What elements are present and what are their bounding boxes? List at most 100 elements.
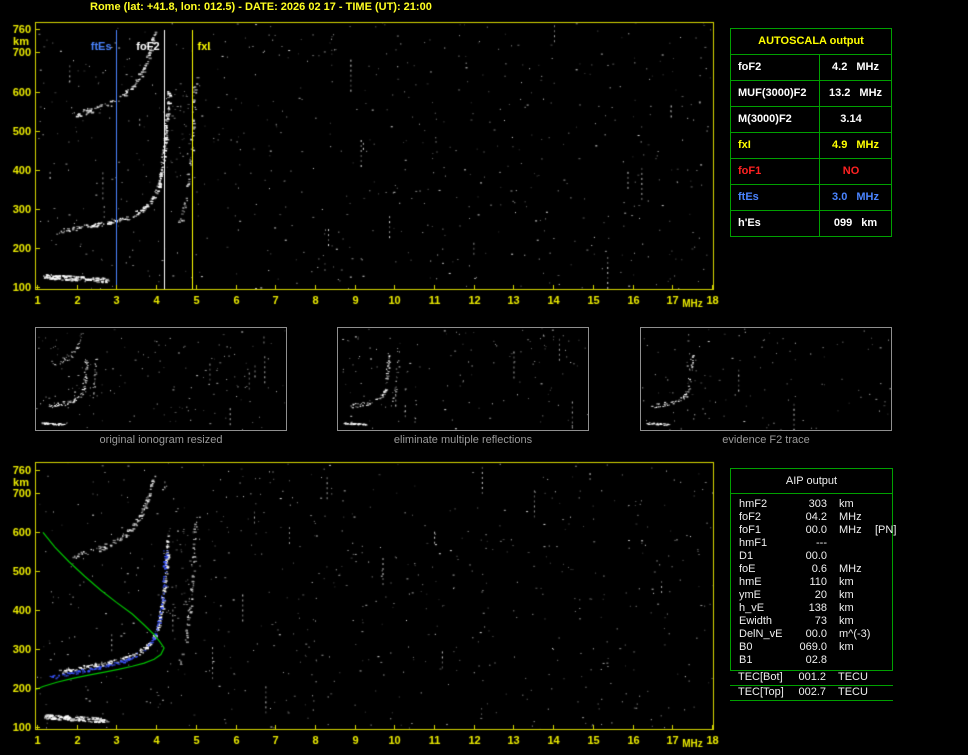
parameter-label: ymE xyxy=(739,589,761,601)
table-row: foE 0.6 MHz xyxy=(731,563,892,576)
parameter-label: foF2 xyxy=(739,511,762,523)
parameter-label: ftEs xyxy=(731,185,820,210)
parameter-flag xyxy=(867,628,892,641)
table-row: ftEs 3.0 MHz xyxy=(731,185,891,211)
parameter-value: NO xyxy=(842,165,860,177)
aip-table-body: hmF2 303 km foF2 04.2 MHz foF1 00.0 MHz … xyxy=(731,494,896,670)
thumbnail-caption: evidence F2 trace xyxy=(722,434,810,446)
parameter-value: 099 km xyxy=(833,217,878,229)
parameter-value: 04.2 xyxy=(805,511,827,523)
parameter-value: 73 xyxy=(814,615,827,627)
parameter-value: 110 xyxy=(809,576,827,588)
table-row: M(3000)F2 3.14 xyxy=(731,107,891,133)
parameter-flag xyxy=(867,576,892,589)
table-row: TEC[Top] 002.7 TECU xyxy=(730,686,893,701)
parameter-unit: km xyxy=(839,641,854,653)
parameter-unit: TECU xyxy=(838,671,868,683)
table-row: h_vE 138 km xyxy=(731,602,892,615)
table-row: foF1 00.0 MHz [PN] xyxy=(731,524,896,537)
parameter-flag xyxy=(867,654,892,667)
parameter-label: TEC[Top] xyxy=(738,686,784,698)
parameter-value: 069.0 xyxy=(799,641,827,653)
table-row: foF2 4.2 MHz xyxy=(731,55,891,81)
page-title: Rome (lat: +41.8, lon: 012.5) - DATE: 20… xyxy=(90,1,432,13)
parameter-label: hmF2 xyxy=(739,498,768,510)
parameter-label: Ewidth xyxy=(739,615,773,627)
parameter-label: B1 xyxy=(739,654,753,666)
autoscala-table-body: foF2 4.2 MHz MUF(3000)F2 13.2 MHz M(3000)F… xyxy=(731,55,891,236)
parameter-value: 4.2 MHz xyxy=(832,61,879,73)
aip-table-box: AIP output hmF2 303 km foF2 04.2 MHz foF… xyxy=(730,468,896,671)
parameter-unit: km xyxy=(839,615,854,627)
autoscala-screen: Rome (lat: +41.8, lon: 012.5) - DATE: 20… xyxy=(0,0,968,755)
parameter-label: DelN_vE xyxy=(739,628,783,640)
parameter-unit: TECU xyxy=(838,686,868,698)
parameter-flag xyxy=(867,563,892,576)
parameter-label: D1 xyxy=(739,550,754,562)
table-row: Ewidth 73 km xyxy=(731,615,892,628)
table-row: B1 02.8 xyxy=(731,654,892,667)
thumbnail-no-multiples-canvas xyxy=(337,327,589,431)
parameter-label: foF1 xyxy=(739,524,762,536)
parameter-flag xyxy=(867,589,892,602)
autoscala-table-title: AUTOSCALA output xyxy=(731,29,891,55)
parameter-unit: km xyxy=(839,576,854,588)
parameter-unit: MHz xyxy=(839,563,862,575)
parameter-label: hmF1 xyxy=(739,537,768,549)
table-row: foF2 04.2 MHz xyxy=(731,511,892,524)
parameter-label: hmE xyxy=(739,576,762,588)
parameter-value: 002.7 xyxy=(798,686,826,698)
thumbnail-f2-evidence-canvas xyxy=(640,327,892,431)
table-row: foF1 NO xyxy=(731,159,891,185)
parameter-unit: MHz xyxy=(839,511,862,523)
parameter-flag xyxy=(867,550,892,563)
table-row: ymE 20 km xyxy=(731,589,892,602)
parameter-flag xyxy=(866,686,893,699)
table-row: hmF1 --- xyxy=(731,537,892,550)
table-row: DelN_vE 00.0 m^(-3) xyxy=(731,628,892,641)
parameter-unit xyxy=(827,537,867,550)
parameter-label: fxI xyxy=(731,133,820,158)
main-ionogram-canvas xyxy=(0,14,730,314)
aip-output-table: AIP output hmF2 303 km foF2 04.2 MHz foF… xyxy=(730,468,896,701)
parameter-value: 00.0 xyxy=(805,524,827,536)
parameter-unit xyxy=(827,550,867,563)
parameter-label: TEC[Bot] xyxy=(738,671,783,683)
parameter-label: foF1 xyxy=(731,159,820,184)
thumbnail-original-canvas xyxy=(35,327,287,431)
parameter-value: 303 xyxy=(808,498,827,510)
parameter-unit: km xyxy=(839,602,854,614)
parameter-value: 20 xyxy=(814,589,827,601)
parameter-unit: MHz xyxy=(839,524,862,536)
parameter-flag xyxy=(867,615,892,628)
thumbnail-caption: original ionogram resized xyxy=(99,434,223,446)
parameter-label: h'Es xyxy=(731,211,820,236)
parameter-label: B0 xyxy=(739,641,753,653)
parameter-value: --- xyxy=(816,537,827,549)
table-row: MUF(3000)F2 13.2 MHz xyxy=(731,81,891,107)
parameter-unit: km xyxy=(839,589,854,601)
parameter-value: 3.14 xyxy=(840,113,862,125)
parameter-label: MUF(3000)F2 xyxy=(731,81,820,106)
parameter-value: 4.9 MHz xyxy=(832,139,879,151)
table-row: fxI 4.9 MHz xyxy=(731,133,891,159)
parameter-label: h_vE xyxy=(739,602,765,614)
autoscala-output-table: AUTOSCALA output foF2 4.2 MHz MUF(3000)F2… xyxy=(730,28,892,237)
parameter-value: 13.2 MHz xyxy=(828,87,883,99)
parameter-flag xyxy=(866,671,893,684)
parameter-value: 00.0 xyxy=(805,628,827,640)
parameter-value: 001.2 xyxy=(798,671,826,683)
parameter-flag xyxy=(867,511,892,524)
parameter-unit: m^(-3) xyxy=(839,628,871,640)
table-row: hmF2 303 km xyxy=(731,498,892,511)
profile-ionogram-canvas xyxy=(0,458,730,750)
parameter-value: 00.0 xyxy=(805,550,827,562)
parameter-value: 0.6 xyxy=(811,563,827,575)
table-row: TEC[Bot] 001.2 TECU xyxy=(730,671,893,686)
parameter-label: foF2 xyxy=(731,55,820,80)
table-row: h'Es 099 km xyxy=(731,211,891,236)
table-row: B0 069.0 km xyxy=(731,641,892,654)
parameter-unit: km xyxy=(839,498,854,510)
parameter-flag xyxy=(867,537,892,550)
parameter-unit xyxy=(827,654,867,667)
